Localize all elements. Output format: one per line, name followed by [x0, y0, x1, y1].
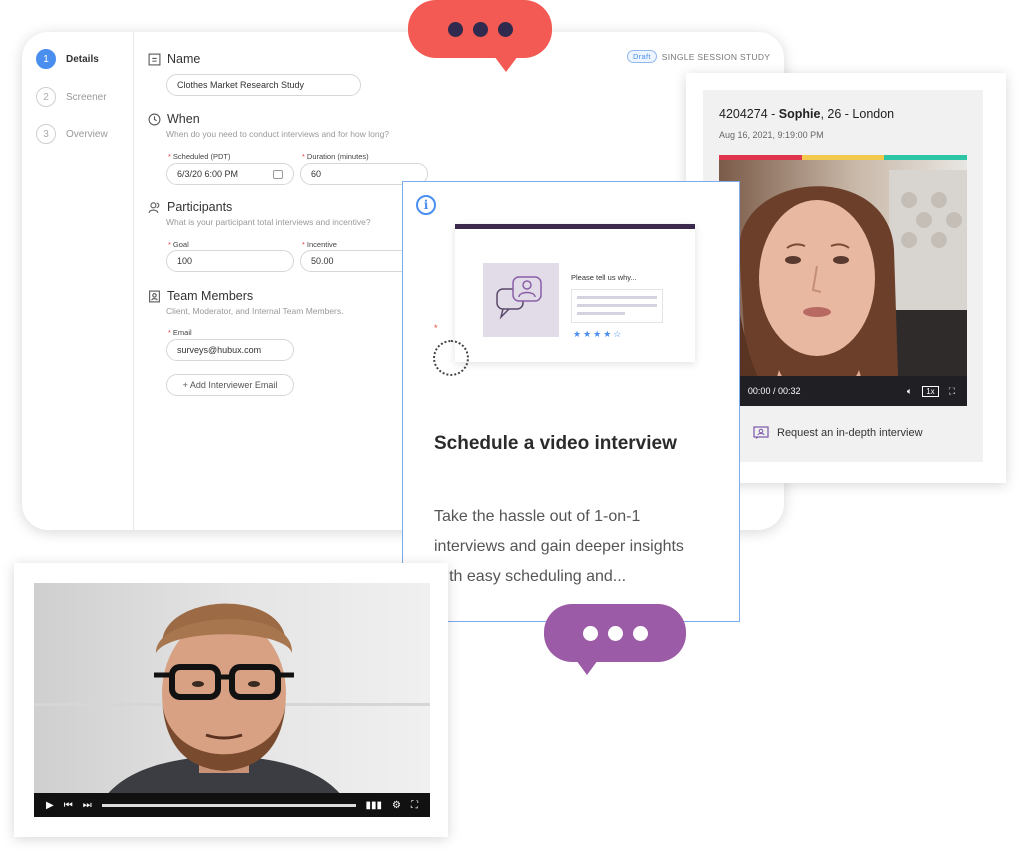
draft-badge: Draft	[627, 50, 657, 63]
fullscreen-icon[interactable]: ⛶	[949, 386, 955, 397]
calendar-icon[interactable]	[273, 169, 283, 179]
volume-icon[interactable]: 🔈︎	[907, 386, 912, 397]
participant-name: Sophie	[778, 107, 821, 121]
mock-question: Please tell us why...	[571, 273, 637, 282]
required-marker: *	[434, 323, 438, 333]
incentive-label: * Incentive	[302, 240, 337, 249]
interview-video-controls: ▶ ⏮ ⏭ ▮▮▮ ⚙ ⛶	[34, 793, 430, 817]
study-type-label: SINGLE SESSION STUDY	[661, 51, 771, 62]
participants-section: Participants What is your participant to…	[148, 200, 371, 227]
typing-dot	[582, 625, 598, 641]
participant-title: 4204274 - Sophie, 26 - London	[719, 107, 895, 121]
section-subtitle: When do you need to conduct interviews a…	[166, 129, 390, 139]
schedule-interview-card: i Please tell us why... ★★★★☆ * Schedule…	[402, 181, 740, 622]
mock-survey-window: Please tell us why... ★★★★☆	[455, 224, 695, 362]
chat-illustration-icon	[496, 276, 542, 320]
stepper: 1 Details 2 Screener 3 Overview	[22, 32, 134, 530]
clock-icon	[148, 113, 161, 125]
info-icon: i	[416, 195, 436, 215]
section-title: Name	[167, 52, 201, 66]
typing-dot	[472, 21, 488, 37]
woman-video-frame	[719, 160, 967, 406]
request-interview-link[interactable]: Request an in-depth interview	[753, 426, 923, 440]
step-number: 3	[36, 124, 56, 144]
man-video-frame	[34, 583, 430, 817]
input-value: 6/3/20 6:00 PM	[177, 169, 239, 179]
duration-label: * Duration (minutes)	[302, 152, 369, 161]
step-details[interactable]: 1 Details	[36, 49, 99, 69]
button-label: + Add Interviewer Email	[182, 380, 278, 390]
section-subtitle: What is your participant total interview…	[166, 217, 371, 227]
input-value: 50.00	[311, 256, 334, 266]
add-interviewer-email-button[interactable]: + Add Interviewer Email	[166, 374, 294, 396]
study-status: Draft SINGLE SESSION STUDY	[627, 50, 770, 63]
interview-video-card: ▶ ⏮ ⏭ ▮▮▮ ⚙ ⛶	[14, 563, 448, 837]
step-label: Details	[66, 53, 99, 65]
email-label: * Email	[168, 328, 192, 337]
step-overview[interactable]: 3 Overview	[36, 124, 108, 144]
previous-icon[interactable]: ⏮	[64, 800, 73, 811]
scheduled-label: * Scheduled (PDT)	[168, 152, 231, 161]
typing-dot	[447, 21, 463, 37]
red-chat-bubble	[408, 0, 552, 58]
typing-dot	[607, 625, 623, 641]
request-interview-label: Request an in-depth interview	[777, 427, 923, 439]
participants-icon	[148, 201, 160, 213]
input-value: 60	[311, 169, 322, 179]
step-number: 1	[36, 49, 56, 69]
next-icon[interactable]: ⏭	[83, 800, 92, 811]
name-icon	[148, 53, 161, 65]
goal-label: * Goal	[168, 240, 189, 249]
time-display: 00:00 / 00:32	[747, 386, 801, 396]
team-members-section: Team Members Client, Moderator, and Inte…	[148, 289, 343, 316]
scheduled-input[interactable]: 6/3/20 6:00 PM	[166, 163, 294, 185]
request-interview-icon	[753, 426, 769, 439]
info-card-title: Schedule a video interview	[434, 433, 677, 454]
input-value: Clothes Market Research Study	[177, 80, 305, 90]
video-progress-fill	[101, 803, 356, 807]
email-input[interactable]: surveys@hubux.com	[166, 339, 294, 361]
video-progress-bar[interactable]	[101, 803, 356, 807]
section-title: When	[167, 112, 200, 126]
participant-video-controls: ▶ 00:00 / 00:32 🔈︎ 1x ⛶	[719, 376, 967, 406]
section-title: Participants	[167, 200, 233, 214]
typing-dot	[497, 21, 513, 37]
typing-dot	[632, 625, 648, 641]
when-section: When When do you need to conduct intervi…	[148, 112, 389, 139]
fullscreen-icon[interactable]: ⛶	[411, 800, 418, 811]
step-label: Screener	[66, 91, 107, 103]
section-subtitle: Client, Moderator, and Internal Team Mem…	[166, 306, 344, 316]
input-value: 100	[177, 256, 193, 266]
rating-stars: ★★★★☆	[573, 329, 624, 339]
chat-people-illustration	[483, 263, 559, 337]
name-section: Name	[148, 52, 200, 66]
interview-video[interactable]: ▶ ⏮ ⏭ ▮▮▮ ⚙ ⛶	[34, 583, 430, 817]
info-card-body: Take the hassle out of 1-on-1 interviews…	[434, 508, 684, 585]
red-bubble-tail	[494, 56, 518, 72]
settings-icon[interactable]: ⚙	[392, 800, 401, 811]
playback-speed-button[interactable]: 1x	[922, 385, 939, 397]
participant-video[interactable]: ▶ 00:00 / 00:32 🔈︎ 1x ⛶	[719, 160, 967, 406]
study-name-input[interactable]: Clothes Market Research Study	[166, 74, 361, 96]
participant-panel: 4204274 - Sophie, 26 - London Aug 16, 20…	[703, 90, 983, 462]
purple-bubble-tail	[576, 660, 598, 675]
mock-answer-box	[571, 289, 663, 323]
step-screener[interactable]: 2 Screener	[36, 87, 107, 107]
volume-icon[interactable]: ▮▮▮	[366, 800, 383, 811]
section-title: Team Members	[167, 289, 254, 303]
play-icon[interactable]: ▶	[46, 800, 54, 811]
purple-chat-bubble	[544, 604, 686, 662]
goal-input[interactable]: 100	[166, 250, 294, 272]
participant-datetime: Aug 16, 2021, 9:19:00 PM	[719, 130, 824, 140]
team-icon	[149, 290, 160, 302]
input-value: surveys@hubux.com	[177, 345, 262, 355]
step-number: 2	[36, 87, 56, 107]
step-label: Overview	[66, 128, 108, 140]
loading-spinner-icon	[433, 340, 469, 376]
